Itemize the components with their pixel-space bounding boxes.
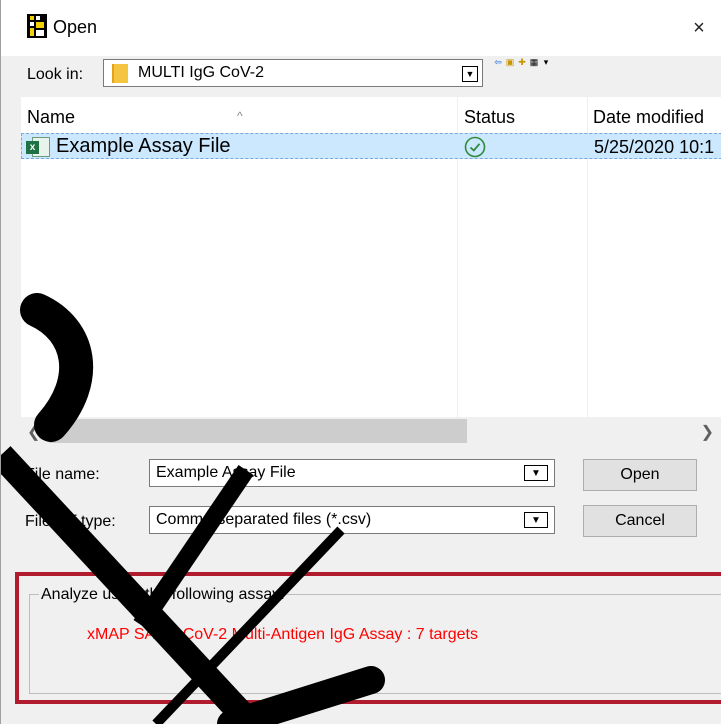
- app-icon: [27, 14, 47, 38]
- assay-groupbox: [29, 594, 721, 694]
- close-button[interactable]: ×: [676, 0, 721, 56]
- file-list[interactable]: Name ^ Status Date modified x Example As…: [21, 97, 721, 445]
- chevron-down-icon[interactable]: ▼: [524, 465, 548, 481]
- file-name-input[interactable]: Example Assay File: [156, 464, 296, 482]
- date-modified-cell: 5/25/2020 10:1: [594, 137, 715, 157]
- open-button[interactable]: Open: [583, 459, 697, 491]
- file-type-value[interactable]: Comma-separated files (*.csv): [156, 511, 371, 529]
- horizontal-scrollbar[interactable]: ❮ ❯: [21, 417, 721, 445]
- dialog-toolbar: ⇦ ▣ ✚ ▦ ▾: [493, 57, 551, 67]
- scrollbar-thumb[interactable]: [49, 419, 467, 443]
- file-type-dropdown[interactable]: Comma-separated files (*.csv) ▼: [149, 506, 555, 534]
- file-name-label: File name:: [25, 466, 100, 483]
- scroll-right-icon[interactable]: ❯: [701, 422, 714, 442]
- column-header-status[interactable]: Status: [464, 107, 515, 128]
- column-header-name[interactable]: Name: [27, 107, 75, 128]
- back-icon[interactable]: ⇦: [493, 57, 503, 67]
- title-bar: Open ×: [1, 0, 721, 56]
- cancel-button[interactable]: Cancel: [583, 505, 697, 537]
- check-circle-icon: [464, 136, 486, 158]
- assay-name: xMAP SARS-CoV-2 Multi-Antigen IgG Assay …: [87, 626, 478, 643]
- files-of-type-label: Files of type:: [25, 513, 116, 530]
- assay-group-title: Analyze using the following assay:: [39, 586, 287, 604]
- excel-file-icon: x: [26, 137, 50, 157]
- dialog-title: Open: [53, 17, 98, 37]
- file-row[interactable]: x Example Assay File 5/25/2020 10:1: [21, 133, 721, 159]
- new-folder-icon[interactable]: ✚: [517, 57, 527, 67]
- chevron-down-icon[interactable]: ▼: [524, 512, 548, 528]
- chevron-down-icon[interactable]: ▼: [462, 66, 478, 82]
- look-in-dropdown[interactable]: MULTI IgG CoV-2 ▼: [103, 59, 483, 87]
- close-icon[interactable]: ×: [693, 17, 705, 40]
- file-name-cell[interactable]: Example Assay File: [56, 135, 231, 158]
- open-dialog: Open × Look in: MULTI IgG CoV-2 ▼ ⇦ ▣ ✚ …: [0, 0, 721, 724]
- look-in-value: MULTI IgG CoV-2: [138, 64, 264, 81]
- look-in-label: Look in:: [27, 66, 84, 83]
- scroll-left-icon[interactable]: ❮: [27, 422, 40, 442]
- sort-caret-icon: ^: [237, 109, 243, 123]
- file-name-combo[interactable]: Example Assay File ▼: [149, 459, 555, 487]
- assay-highlight-box: Analyze using the following assay: xMAP …: [15, 572, 721, 704]
- view-menu-icon[interactable]: ▦: [529, 57, 539, 67]
- folder-icon: [112, 64, 128, 83]
- view-menu-chevron-icon[interactable]: ▾: [541, 57, 551, 67]
- column-header-date-modified[interactable]: Date modified: [593, 107, 704, 128]
- up-folder-icon[interactable]: ▣: [505, 57, 515, 67]
